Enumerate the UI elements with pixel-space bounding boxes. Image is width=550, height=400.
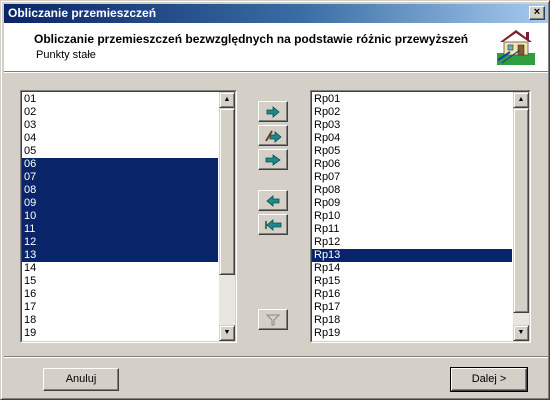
list-item[interactable]: Rp10 [312,210,512,223]
list-item[interactable]: 19 [22,327,218,340]
list-item[interactable]: 03 [22,119,218,132]
footer-separator [4,356,548,358]
list-item[interactable]: Rp11 [312,223,512,236]
triangle-up-icon: ▲ [223,96,231,103]
move-right-edit-button[interactable] [258,125,288,146]
house-survey-icon [496,26,536,66]
list-item[interactable]: 09 [22,197,218,210]
list-item[interactable]: 13 [22,249,218,262]
next-button[interactable]: Dalej > [450,367,528,392]
left-scroll-up-button[interactable]: ▲ [219,92,235,108]
wizard-header: Obliczanie przemieszczeń bezwzględnych n… [4,23,548,71]
list-item[interactable]: 02 [22,106,218,119]
move-left-button[interactable] [258,190,288,211]
move-all-left-button[interactable] [258,214,288,235]
arrow-left-icon [266,194,280,207]
left-list-items: 01 02 03 04 05 06 07 08 09 10 11 12 13 14 15 16 17 18 19 [22,93,218,340]
list-item[interactable]: Rp18 [312,314,512,327]
list-item[interactable]: 08 [22,184,218,197]
dialog-window: Obliczanie przemieszczeń × Obliczanie pr… [0,0,550,400]
left-scroll-thumb[interactable] [219,108,235,275]
fixed-points-list[interactable]: Rp01 Rp02 Rp03 Rp04 Rp05 Rp06 Rp07 Rp08 Rp09 Rp10… [310,90,531,343]
double-arrow-left-icon [265,218,282,231]
right-list-items: Rp01 Rp02 Rp03 Rp04 Rp05 Rp06 Rp07 Rp08 Rp09 Rp10… [312,93,512,340]
triangle-up-icon: ▲ [517,96,525,103]
right-scroll-up-button[interactable]: ▲ [513,92,529,108]
title-bar[interactable]: Obliczanie przemieszczeń × [4,4,548,23]
list-item[interactable]: 10 [22,210,218,223]
list-item[interactable]: Rp06 [312,158,512,171]
cancel-button-label: Anuluj [65,373,97,385]
available-points-list[interactable]: 01 02 03 04 05 06 07 08 09 10 11 12 13 14 15 16 17 18 19 ▲… [20,90,237,343]
close-button[interactable]: × [529,6,545,20]
list-item[interactable]: 17 [22,301,218,314]
list-item[interactable]: 01 [22,93,218,106]
list-item[interactable]: Rp07 [312,171,512,184]
arrow-right-icon [266,105,280,118]
list-item[interactable]: Rp19 [312,327,512,340]
header-subtitle: Punkty stałe [36,49,96,61]
right-scrollbar[interactable]: ▲ ▼ [513,92,529,341]
list-item[interactable]: Rp02 [312,106,512,119]
list-item[interactable]: Rp09 [312,197,512,210]
right-scroll-thumb[interactable] [513,108,529,313]
close-icon: × [533,6,541,18]
pencil-arrow-right-icon [265,129,282,143]
list-item[interactable]: 15 [22,275,218,288]
left-scrollbar[interactable]: ▲ ▼ [219,92,235,341]
list-item[interactable]: Rp12 [312,236,512,249]
list-item[interactable]: Rp04 [312,132,512,145]
move-right-button[interactable] [258,101,288,122]
filter-button[interactable] [258,309,288,330]
list-item[interactable]: Rp05 [312,145,512,158]
triangle-down-icon: ▼ [517,329,525,336]
triangle-down-icon: ▼ [223,329,231,336]
list-item[interactable]: 18 [22,314,218,327]
cancel-button[interactable]: Anuluj [43,368,119,391]
list-item[interactable]: 06 [22,158,218,171]
right-scroll-down-button[interactable]: ▼ [513,325,529,341]
list-item[interactable]: 07 [22,171,218,184]
list-item[interactable]: Rp13 [312,249,512,262]
filter-icon [266,314,280,325]
list-item[interactable]: Rp03 [312,119,512,132]
list-item[interactable]: 16 [22,288,218,301]
header-separator [4,71,548,73]
double-arrow-right-icon [265,153,281,166]
list-item[interactable]: 14 [22,262,218,275]
list-item[interactable]: 11 [22,223,218,236]
list-item[interactable]: 12 [22,236,218,249]
list-item[interactable]: Rp14 [312,262,512,275]
next-button-label: Dalej > [471,373,507,385]
list-item[interactable]: 05 [22,145,218,158]
list-item[interactable]: Rp16 [312,288,512,301]
list-item[interactable]: Rp08 [312,184,512,197]
window-title: Obliczanie przemieszczeń [8,6,157,20]
list-item[interactable]: Rp01 [312,93,512,106]
list-item[interactable]: Rp15 [312,275,512,288]
move-all-right-button[interactable] [258,149,288,170]
list-item[interactable]: 04 [22,132,218,145]
header-title: Obliczanie przemieszczeń bezwzględnych n… [34,32,469,46]
list-item[interactable]: Rp17 [312,301,512,314]
left-scroll-down-button[interactable]: ▼ [219,325,235,341]
